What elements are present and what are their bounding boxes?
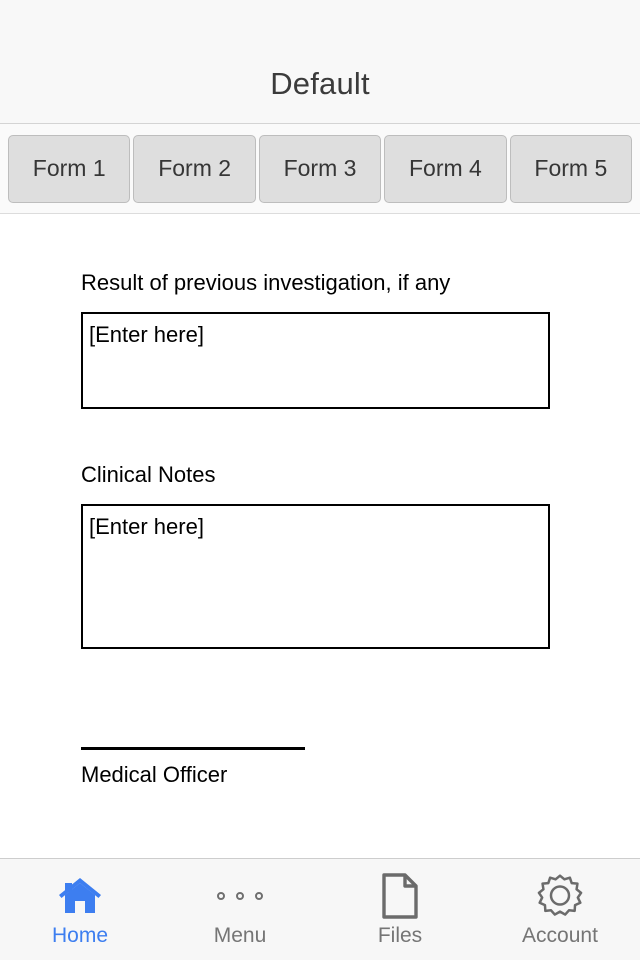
nav-item-menu[interactable]: Menu: [160, 859, 320, 960]
tab-form-1[interactable]: Form 1: [8, 134, 131, 203]
tab-form-5[interactable]: Form 5: [509, 134, 633, 203]
home-icon: [57, 873, 103, 919]
nav-item-home[interactable]: Home: [0, 859, 160, 960]
document-icon: [377, 873, 423, 919]
textarea-placeholder-clinical-notes: [Enter here]: [89, 514, 204, 539]
nav-item-account[interactable]: Account: [480, 859, 640, 960]
signature-label-medical-officer: Medical Officer: [81, 762, 228, 787]
tab-form-2[interactable]: Form 2: [133, 134, 256, 203]
nav-item-files[interactable]: Files: [320, 859, 480, 960]
tab-form-3[interactable]: Form 3: [258, 134, 382, 203]
textarea-clinical-notes[interactable]: [Enter here]: [81, 504, 550, 649]
signature-line: [81, 747, 305, 750]
field-clinical-notes: Clinical Notes [Enter here]: [81, 409, 559, 649]
nav-label-menu: Menu: [213, 924, 267, 947]
app-root: Default Form 1 Form 2 Form 3 Form 4 Form…: [0, 0, 640, 960]
form-tab-bar: Form 1 Form 2 Form 3 Form 4 Form 5: [0, 124, 640, 214]
app-header: Default: [0, 0, 640, 124]
bottom-navigation-bar: Home Menu Files Account: [0, 858, 640, 960]
nav-label-account: Account: [522, 924, 598, 947]
menu-dots-icon: [217, 873, 263, 919]
field-label-clinical-notes: Clinical Notes: [81, 462, 216, 487]
gear-icon: [537, 873, 583, 919]
field-previous-investigation: Result of previous investigation, if any…: [81, 214, 559, 409]
nav-label-home: Home: [51, 924, 109, 947]
tab-form-4[interactable]: Form 4: [384, 134, 507, 203]
signature-block: Medical Officer: [81, 747, 559, 786]
form-content: Result of previous investigation, if any…: [0, 214, 640, 858]
nav-label-files: Files: [377, 924, 423, 947]
textarea-placeholder-previous-investigation: [Enter here]: [89, 322, 204, 347]
textarea-previous-investigation[interactable]: [Enter here]: [81, 312, 550, 409]
field-label-previous-investigation: Result of previous investigation, if any: [81, 270, 451, 295]
page-title: Default: [270, 66, 370, 101]
